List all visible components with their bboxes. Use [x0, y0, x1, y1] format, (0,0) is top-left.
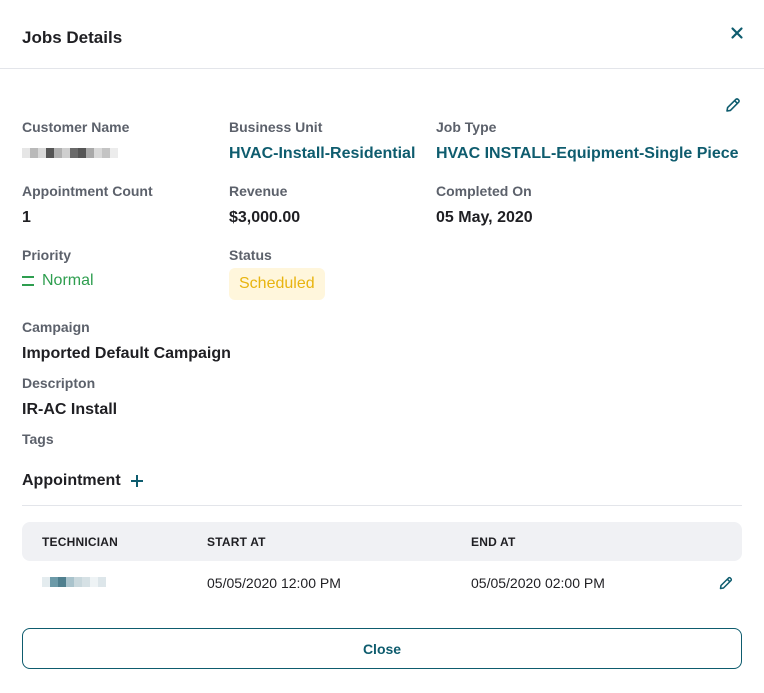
tags-label: Tags [22, 431, 54, 447]
appointment-count-label: Appointment Count [22, 183, 153, 199]
close-icon[interactable] [728, 24, 746, 42]
edit-job-pencil-icon[interactable] [724, 96, 742, 114]
dialog-title: Jobs Details [22, 28, 123, 47]
start-at-cell: 05/05/2020 12:00 PM [207, 575, 341, 591]
revenue-label: Revenue [229, 183, 288, 199]
dialog-header: Jobs Details [0, 0, 764, 69]
campaign-value: Imported Default Campaign [22, 345, 231, 362]
close-button[interactable]: Close [22, 628, 742, 669]
description-label: Descripton [22, 375, 96, 391]
appointments-table-header: TECHNICIAN START AT END AT [22, 522, 742, 561]
description-value: IR-AC Install [22, 401, 118, 418]
job-type-link[interactable]: HVAC INSTALL-Equipment-Single Piece [436, 145, 739, 163]
customer-name-redacted [22, 148, 118, 158]
status-label: Status [229, 247, 272, 263]
table-row: 05/05/2020 12:00 PM 05/05/2020 02:00 PM [22, 563, 742, 603]
priority-value: Normal [22, 272, 94, 290]
job-type-label: Job Type [436, 119, 497, 135]
column-header-start-at: START AT [207, 535, 266, 549]
business-unit-label: Business Unit [229, 119, 323, 135]
campaign-label: Campaign [22, 319, 90, 335]
business-unit-link[interactable]: HVAC-Install-Residential [229, 145, 415, 163]
technician-redacted [42, 577, 106, 587]
completed-on-label: Completed On [436, 183, 532, 199]
appointment-title-text: Appointment [22, 472, 121, 489]
add-appointment-plus-icon[interactable] [130, 475, 143, 487]
appointment-count-value: 1 [22, 209, 31, 226]
customer-name-label: Customer Name [22, 119, 130, 135]
appointment-section-title: Appointment [22, 472, 143, 490]
priority-text: Normal [42, 272, 94, 289]
jobs-details-dialog: Jobs Details Customer Name Business Unit… [0, 0, 764, 693]
column-header-end-at: END AT [471, 535, 516, 549]
edit-appointment-pencil-icon[interactable] [718, 575, 734, 591]
priority-label: Priority [22, 247, 72, 263]
equals-icon [22, 276, 34, 286]
end-at-cell: 05/05/2020 02:00 PM [471, 575, 605, 591]
revenue-value: $3,000.00 [229, 209, 301, 226]
column-header-technician: TECHNICIAN [42, 535, 118, 549]
section-divider [22, 505, 742, 506]
completed-on-value: 05 May, 2020 [436, 209, 533, 226]
status-badge: Scheduled [229, 268, 325, 300]
